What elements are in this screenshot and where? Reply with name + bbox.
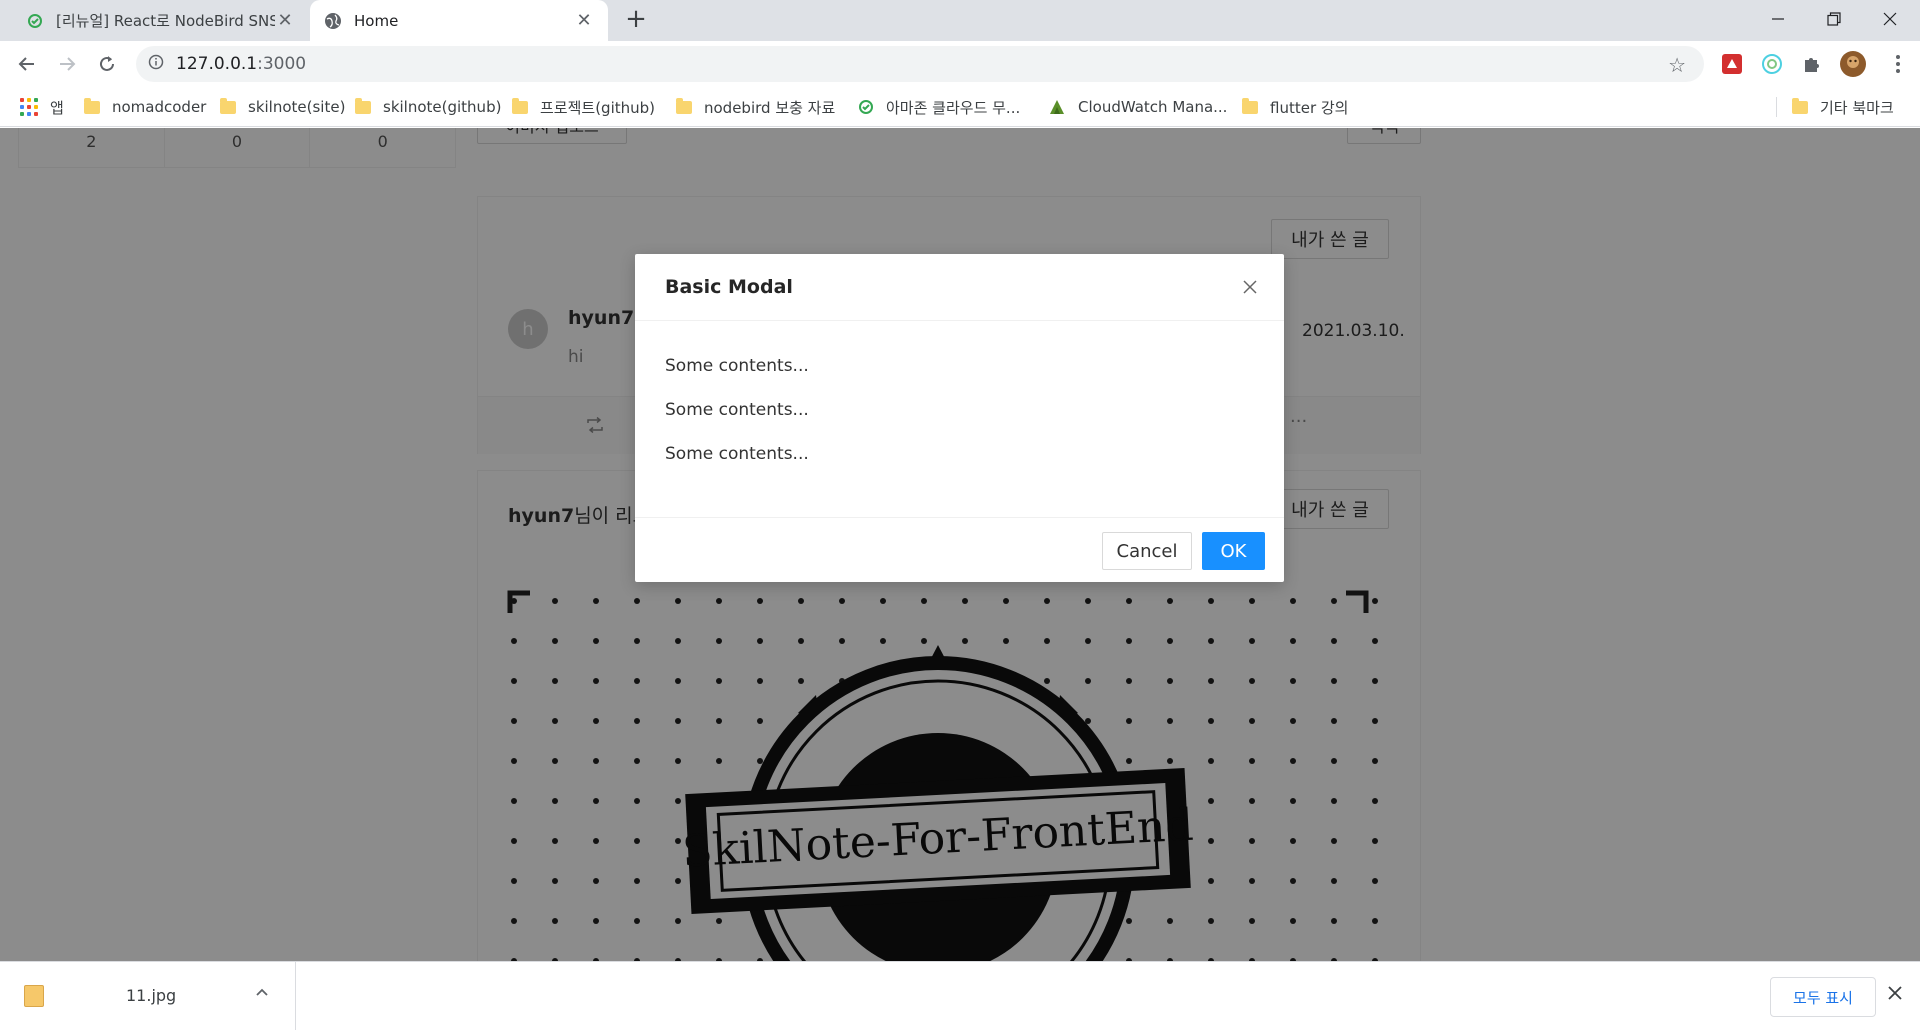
tab-home[interactable]: Home ✕ — [310, 0, 608, 41]
modal-footer: Cancel OK — [635, 517, 1284, 582]
download-item[interactable]: 11.jpg — [0, 962, 296, 1030]
globe-icon — [324, 12, 342, 30]
extension-target-icon[interactable] — [1760, 52, 1784, 76]
profile-avatar[interactable] — [1838, 49, 1868, 79]
cancel-button[interactable]: Cancel — [1102, 532, 1192, 570]
extension-red-icon[interactable] — [1720, 52, 1744, 76]
folder-icon — [84, 97, 100, 114]
download-bar: 11.jpg 모두 표시 — [0, 961, 1920, 1030]
tab-strip: [리뉴얼] React로 NodeBird SNS 만들기 ✕ Home ✕ + — [0, 0, 1920, 41]
folder-icon — [512, 97, 528, 114]
apps-icon — [20, 98, 38, 116]
site-icon — [858, 99, 874, 115]
bookmark-apps[interactable]: 앱 — [20, 95, 64, 119]
minimize-button[interactable] — [1750, 0, 1806, 38]
tab-title: Home — [354, 11, 399, 30]
tab-close-icon[interactable]: ✕ — [275, 10, 295, 31]
bookmark-nodebird-materials[interactable]: nodebird 보충 자료 — [676, 95, 835, 119]
back-button[interactable] — [12, 49, 42, 79]
close-icon[interactable] — [1235, 272, 1265, 302]
bookmark-amazon-cloud[interactable]: 아마존 클라우드 무... — [858, 95, 1020, 119]
basic-modal: Basic Modal Some contents... Some conten… — [635, 254, 1284, 582]
ok-button[interactable]: OK — [1202, 532, 1265, 570]
folder-icon — [355, 97, 371, 114]
bookmarks-bar: 앱 nomadcoder skilnote(site) skilnote(git… — [0, 87, 1920, 127]
url-text: 127.0.0.1:3000 — [176, 54, 307, 74]
modal-body: Some contents... Some contents... Some c… — [665, 356, 809, 488]
modal-title: Basic Modal — [665, 276, 793, 298]
site-favicon-icon — [26, 12, 44, 30]
modal-header: Basic Modal — [635, 254, 1284, 321]
new-tab-button[interactable]: + — [622, 6, 650, 34]
forward-button[interactable] — [52, 49, 82, 79]
bookmark-other[interactable]: 기타 북마크 — [1792, 95, 1894, 119]
modal-content-line: Some contents... — [665, 444, 809, 464]
cloudwatch-icon — [1048, 98, 1066, 116]
tab-title: [리뉴얼] React로 NodeBird SNS 만들기 — [56, 12, 275, 30]
folder-icon — [676, 97, 692, 114]
reload-button[interactable] — [92, 49, 122, 79]
address-bar[interactable]: 127.0.0.1:3000 ☆ — [136, 46, 1704, 82]
tab-nodebird-course[interactable]: [리뉴얼] React로 NodeBird SNS 만들기 ✕ — [12, 0, 309, 41]
bookmark-cloudwatch[interactable]: CloudWatch Mana... — [1048, 95, 1227, 119]
folder-icon — [220, 97, 236, 114]
modal-content-line: Some contents... — [665, 400, 809, 420]
browser-toolbar: 127.0.0.1:3000 ☆ — [0, 41, 1920, 87]
restore-button[interactable] — [1806, 0, 1862, 38]
close-icon[interactable] — [1888, 984, 1902, 1005]
tab-close-icon[interactable]: ✕ — [574, 10, 594, 31]
show-all-downloads-button[interactable]: 모두 표시 — [1770, 977, 1876, 1017]
image-file-icon — [24, 985, 44, 1007]
bookmarks-divider — [1776, 97, 1777, 117]
bookmark-project-github[interactable]: 프로젝트(github) — [512, 95, 655, 119]
download-file-name: 11.jpg — [126, 986, 177, 1005]
close-window-button[interactable] — [1862, 0, 1918, 38]
bookmark-flutter[interactable]: flutter 강의 — [1242, 95, 1348, 119]
site-info-icon[interactable] — [136, 54, 176, 74]
chevron-up-icon[interactable] — [256, 984, 268, 1000]
page-content: 2 0 0 이미지 업로드 짹짹 내가 쓴 글 h hyun7 hi 2021.… — [0, 128, 1920, 961]
folder-icon — [1242, 97, 1258, 114]
extensions-puzzle-icon[interactable] — [1800, 52, 1824, 76]
bookmark-skilnote-site[interactable]: skilnote(site) — [220, 95, 345, 119]
chrome-menu-icon[interactable] — [1886, 52, 1910, 76]
bookmark-nomadcoder[interactable]: nomadcoder — [84, 95, 206, 119]
folder-icon — [1792, 97, 1808, 114]
bookmark-skilnote-github[interactable]: skilnote(github) — [355, 95, 501, 119]
bookmark-star-icon[interactable]: ☆ — [1668, 53, 1686, 77]
modal-content-line: Some contents... — [665, 356, 809, 376]
